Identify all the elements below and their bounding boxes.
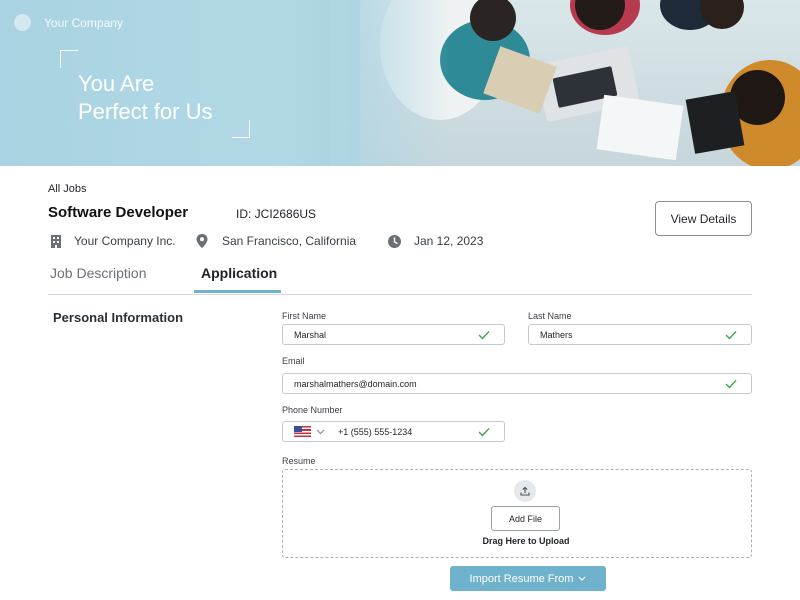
email-field[interactable]: marshalmathers@domain.com	[282, 373, 752, 394]
location-pin-icon	[196, 234, 208, 248]
check-icon	[725, 380, 737, 389]
import-resume-button[interactable]: Import Resume From	[450, 566, 606, 591]
check-icon	[725, 331, 737, 340]
building-icon	[51, 235, 61, 248]
section-title: Personal Information	[53, 310, 184, 325]
resume-label: Resume	[282, 456, 316, 466]
job-id: ID: JCI2686US	[236, 207, 317, 221]
location-meta: San Francisco, California	[196, 232, 356, 250]
tab-divider	[48, 294, 752, 295]
email-label: Email	[282, 356, 305, 366]
clock-icon	[388, 234, 401, 248]
check-icon	[478, 331, 490, 340]
hero-title: You Are Perfect for Us	[78, 71, 213, 124]
last-name-label: Last Name	[528, 311, 572, 321]
upload-icon	[514, 480, 536, 502]
chevron-down-icon	[579, 576, 586, 581]
view-details-button[interactable]: View Details	[655, 201, 752, 236]
date-meta: Jan 12, 2023	[388, 232, 483, 250]
tab-application[interactable]: Application	[201, 265, 277, 281]
first-name-label: First Name	[282, 311, 327, 321]
phone-label: Phone Number	[282, 405, 343, 415]
company-meta: Your Company Inc.	[50, 232, 176, 250]
active-tab-indicator	[194, 290, 281, 293]
all-jobs-link[interactable]: All Jobs	[48, 183, 87, 195]
phone-field[interactable]: +1 (555) 555-1234	[282, 421, 505, 442]
hero-banner: Your Company You Are Perfect for Us	[0, 0, 800, 166]
corner-bracket-bottom-right	[232, 120, 250, 138]
add-file-button[interactable]: Add File	[491, 506, 560, 531]
corner-bracket-top-left	[60, 50, 78, 68]
company-logo	[14, 14, 31, 31]
drag-upload-text: Drag Here to Upload	[482, 536, 570, 546]
chevron-down-icon	[316, 429, 325, 434]
company-name: Your Company	[44, 16, 123, 30]
job-title: Software Developer	[48, 204, 189, 221]
country-selector[interactable]	[294, 426, 338, 437]
check-icon	[478, 428, 490, 437]
tab-job-description[interactable]: Job Description	[50, 265, 147, 281]
first-name-field[interactable]: Marshal	[282, 324, 505, 345]
us-flag-icon	[294, 426, 311, 437]
last-name-field[interactable]: Mathers	[528, 324, 752, 345]
